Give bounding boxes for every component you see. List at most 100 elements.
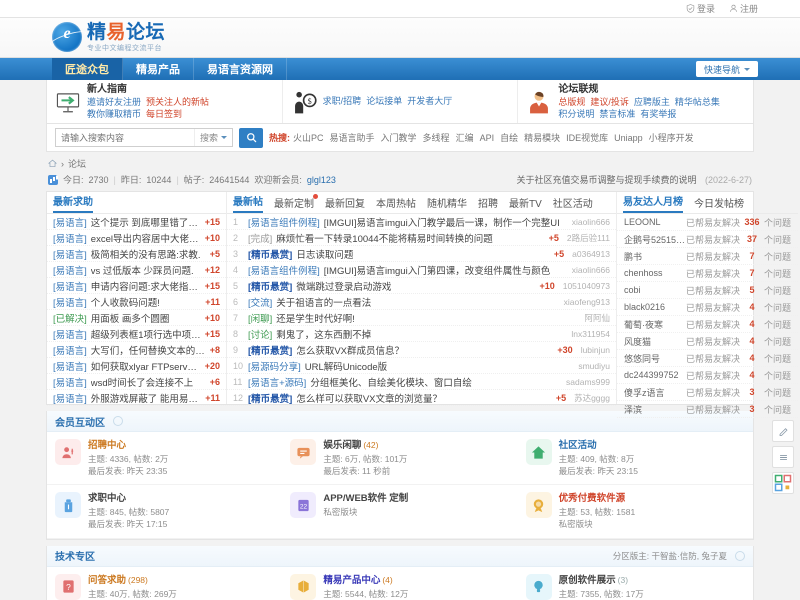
post-title[interactable]: [IMGUI]易语言imgui入门第四课，改变组件属性与颜色 — [324, 263, 560, 277]
hot-kw-1[interactable]: 易语言助手 — [330, 133, 375, 143]
list-item[interactable]: cobi 已帮易友解决 5 个问题 — [617, 282, 798, 299]
hot-kw-10[interactable]: 小程序开发 — [649, 133, 694, 143]
promo-forum-rules[interactable]: 论坛联规 总版规 建议/投诉 应聘版主 精华帖总集 积分说明 禁言标准 有奖举报 — [518, 80, 753, 123]
table-row[interactable]: 3 [精币悬赏] 日志读取问题 +5 a0364913 — [227, 246, 616, 262]
post-title[interactable]: 如何获取xlyar FTPserver 的改... — [91, 359, 201, 373]
post-title[interactable]: 分组框美化、自绘美化模块、窗口自绘 — [310, 375, 554, 389]
forum-jobseek-center[interactable]: 求职中心 主题: 845, 帖数: 5807 最后发表: 昨天 17:15 — [47, 485, 283, 539]
post-title[interactable]: 微端跳过登录启动游戏 — [296, 279, 535, 293]
tab-monthly-expert[interactable]: 易友达人月榜 — [623, 193, 683, 213]
rank-user[interactable]: 傻孚z语言 — [624, 386, 686, 399]
rank-user[interactable]: 葡萄·夜寒 — [624, 318, 686, 331]
post-button[interactable] — [772, 420, 794, 442]
post-title[interactable]: vs 过低版本 少踩员问题. — [91, 263, 201, 277]
hot-kw-0[interactable]: 火山PC — [293, 133, 324, 143]
table-row[interactable]: 11 [易语言+源码] 分组框美化、自绘美化模块、窗口自绘 sadams999 — [227, 374, 616, 390]
post-title[interactable]: 超级列表框1项行选中项的问题. — [91, 327, 201, 341]
site-logo[interactable]: 精易论坛 专业中文编程交流平台 — [52, 22, 165, 52]
forum-name[interactable]: 社区活动 — [559, 439, 638, 453]
forum-name[interactable]: APP/WEB软件 定制 — [323, 492, 408, 506]
collapse-icon[interactable] — [113, 416, 123, 426]
rank-user[interactable]: black0216 — [624, 302, 686, 312]
post-title[interactable]: 个人收款码问题! — [91, 295, 201, 309]
promo-jobs[interactable]: $ 求职/招聘 论坛接单 开发者大厅 — [283, 80, 519, 123]
tab-weekly-hot[interactable]: 本周热帖 — [376, 195, 416, 213]
home-icon[interactable] — [48, 159, 57, 168]
post-title[interactable]: 日志读取问题 — [296, 247, 550, 261]
list-item[interactable]: [已解决] 用面板 画多个圆圈 +10 — [47, 310, 226, 326]
rank-user[interactable]: LEOONL — [624, 217, 686, 227]
post-title[interactable]: 剩鬼了，这东西删不掉 — [276, 327, 559, 341]
new-member-link[interactable]: glgl123 — [307, 175, 336, 185]
post-title[interactable]: 还是学生时代好啊! — [276, 311, 572, 325]
forum-name[interactable]: 招聘中心 — [88, 439, 168, 453]
list-item[interactable]: [易语言] 超级列表框1项行选中项的问题.+15 — [47, 326, 226, 342]
list-item[interactable]: 风度猫 已帮易友解决 4 个问题 — [617, 333, 798, 350]
post-title[interactable]: wsd时间长了会连接不上 — [91, 375, 206, 389]
list-item[interactable]: 企鹅号525150138已帮易友解决 37 个问题 — [617, 231, 798, 248]
post-title[interactable]: 这个提示 到底哪里错了？... — [91, 215, 201, 229]
post-author[interactable]: xiaofeng913 — [564, 297, 610, 307]
hot-kw-3[interactable]: 多线程 — [423, 133, 450, 143]
table-row[interactable]: 4 [易语言组件例程] [IMGUI]易语言imgui入门第四课，改变组件属性与颜色… — [227, 262, 616, 278]
list-item[interactable]: [易语言] 个人收款码问题! +11 — [47, 294, 226, 310]
list-item[interactable]: chenhoss 已帮易友解决 7 个问题 — [617, 265, 798, 282]
list-item[interactable]: [易语言] 大写们，任何替换文本的标点符号...+8 — [47, 342, 226, 358]
post-title[interactable]: 用面板 画多个圆圈 — [91, 311, 201, 325]
list-item[interactable]: [易语言] excel导出内容居中大佬帮忙看看.+10 — [47, 230, 226, 246]
nav-item-0[interactable]: 匠途众包 — [52, 58, 123, 80]
list-item[interactable]: dc244399752 已帮易友解决 4 个问题 — [617, 367, 798, 384]
list-item[interactable]: [易语言] vs 过低版本 少踩员问题. +12 — [47, 262, 226, 278]
search-input[interactable] — [56, 132, 194, 143]
list-item[interactable]: 鹏书 已帮易友解决 7 个问题 — [617, 248, 798, 265]
post-title[interactable]: 怎么样可以获取VX文章的浏览量？ — [296, 391, 551, 405]
list-item[interactable]: [易语言] 极简相关的没有思路:求教. +5 — [47, 246, 226, 262]
tab-recruit[interactable]: 招聘 — [478, 195, 498, 213]
table-row[interactable]: 2 [完成] 麻烦忙看一下转录10044不能将精易时间转换的问题 +5 2路后验111 — [227, 230, 616, 246]
list-item[interactable]: black0216 已帮易友解决 4 个问题 — [617, 299, 798, 316]
table-row[interactable]: 12 [精币悬赏] 怎么样可以获取VX文章的浏览量？ +5 苏达gggg — [227, 390, 616, 406]
announcement-text[interactable]: 关于社区充值交易币调整与提现手续费的说明 — [516, 175, 696, 185]
nav-item-2[interactable]: 易语言资源网 — [194, 58, 287, 80]
forum-product-center[interactable]: 精易产品中心(4) 主题: 5544, 帖数: 12万 最后发表: 半小时前 — [282, 567, 517, 600]
forum-name[interactable]: 精易产品中心 (4) — [323, 574, 408, 588]
post-author[interactable]: lnx311954 — [571, 329, 610, 339]
table-row[interactable]: 7 [闲聊] 还是学生时代好啊! 阿阿仙 — [227, 310, 616, 326]
list-item[interactable]: [易语言] 如何获取xlyar FTPserver 的改...+20 — [47, 358, 226, 374]
search-button[interactable] — [239, 127, 263, 148]
post-author[interactable]: xiaolin666 — [572, 217, 610, 227]
forum-community-activity[interactable]: 社区活动 主题: 409, 帖数: 8万 最后发表: 昨天 23:15 — [517, 432, 753, 486]
forum-name[interactable]: 原创软件展示 (3) — [559, 574, 644, 588]
post-author[interactable]: a0364913 — [572, 249, 610, 259]
post-author[interactable]: smudiyu — [578, 361, 610, 371]
hot-kw-6[interactable]: 自绘 — [500, 133, 518, 143]
rank-user[interactable]: 泽滨 — [624, 403, 686, 416]
login-link[interactable]: 登录 — [686, 2, 715, 15]
breadcrumb-current[interactable]: 论坛 — [68, 157, 86, 170]
tab-latest-posts[interactable]: 最新帖 — [233, 193, 263, 213]
post-title[interactable]: 关于祖语言的一点看法 — [276, 295, 551, 309]
table-row[interactable]: 1 [易语言组件例程] [IMGUI]易语言imgui入门教学最后一课，制作一个完整… — [227, 214, 616, 230]
post-title[interactable]: 极简相关的没有思路:求教. — [91, 247, 206, 261]
table-row[interactable]: 5 [精币悬赏] 微端跳过登录启动游戏 +10 1051040973 — [227, 278, 616, 294]
tab-latest-tv[interactable]: 最新TV — [509, 195, 542, 213]
rank-user[interactable]: 悠悠同号 — [624, 352, 686, 365]
post-author[interactable]: lubinjun — [581, 345, 610, 355]
register-link[interactable]: 注册 — [729, 2, 758, 15]
list-item[interactable]: LEOONL 已帮易友解决 336 个问题 — [617, 214, 798, 231]
forum-entertainment-chat[interactable]: 娱乐闲聊 (42) 主题: 6万, 帖数: 101万 最后发表: 11 秒前 — [282, 432, 518, 486]
tab-latest-help[interactable]: 最新求助 — [53, 193, 93, 213]
table-row[interactable]: 9 [精币悬赏] 怎么获取VX群成员信息？ +30 lubinjun — [227, 342, 616, 358]
forum-name[interactable]: 问答求助 (298) — [88, 574, 177, 588]
forum-premium-software[interactable]: 优秀付费软件源 主题: 53, 帖数: 1581 私密版块 — [517, 485, 753, 539]
nav-item-1[interactable]: 精易产品 — [123, 58, 194, 80]
tab-community-activity[interactable]: 社区活动 — [553, 195, 593, 213]
tab-today-posts[interactable]: 今日发帖榜 — [694, 195, 744, 213]
post-author[interactable]: xiaolin666 — [572, 265, 610, 275]
rank-user[interactable]: cobi — [624, 285, 686, 295]
search-scope-select[interactable]: 搜索 — [193, 129, 232, 146]
forum-recruit-center[interactable]: 招聘中心 主题: 4336, 帖数: 2万 最后发表: 昨天 23:35 — [47, 432, 283, 486]
hot-kw-8[interactable]: IDE视觉库 — [566, 133, 608, 143]
tab-latest-custom[interactable]: 最新定制 — [274, 194, 318, 213]
hot-kw-7[interactable]: 精易模块 — [524, 133, 560, 143]
